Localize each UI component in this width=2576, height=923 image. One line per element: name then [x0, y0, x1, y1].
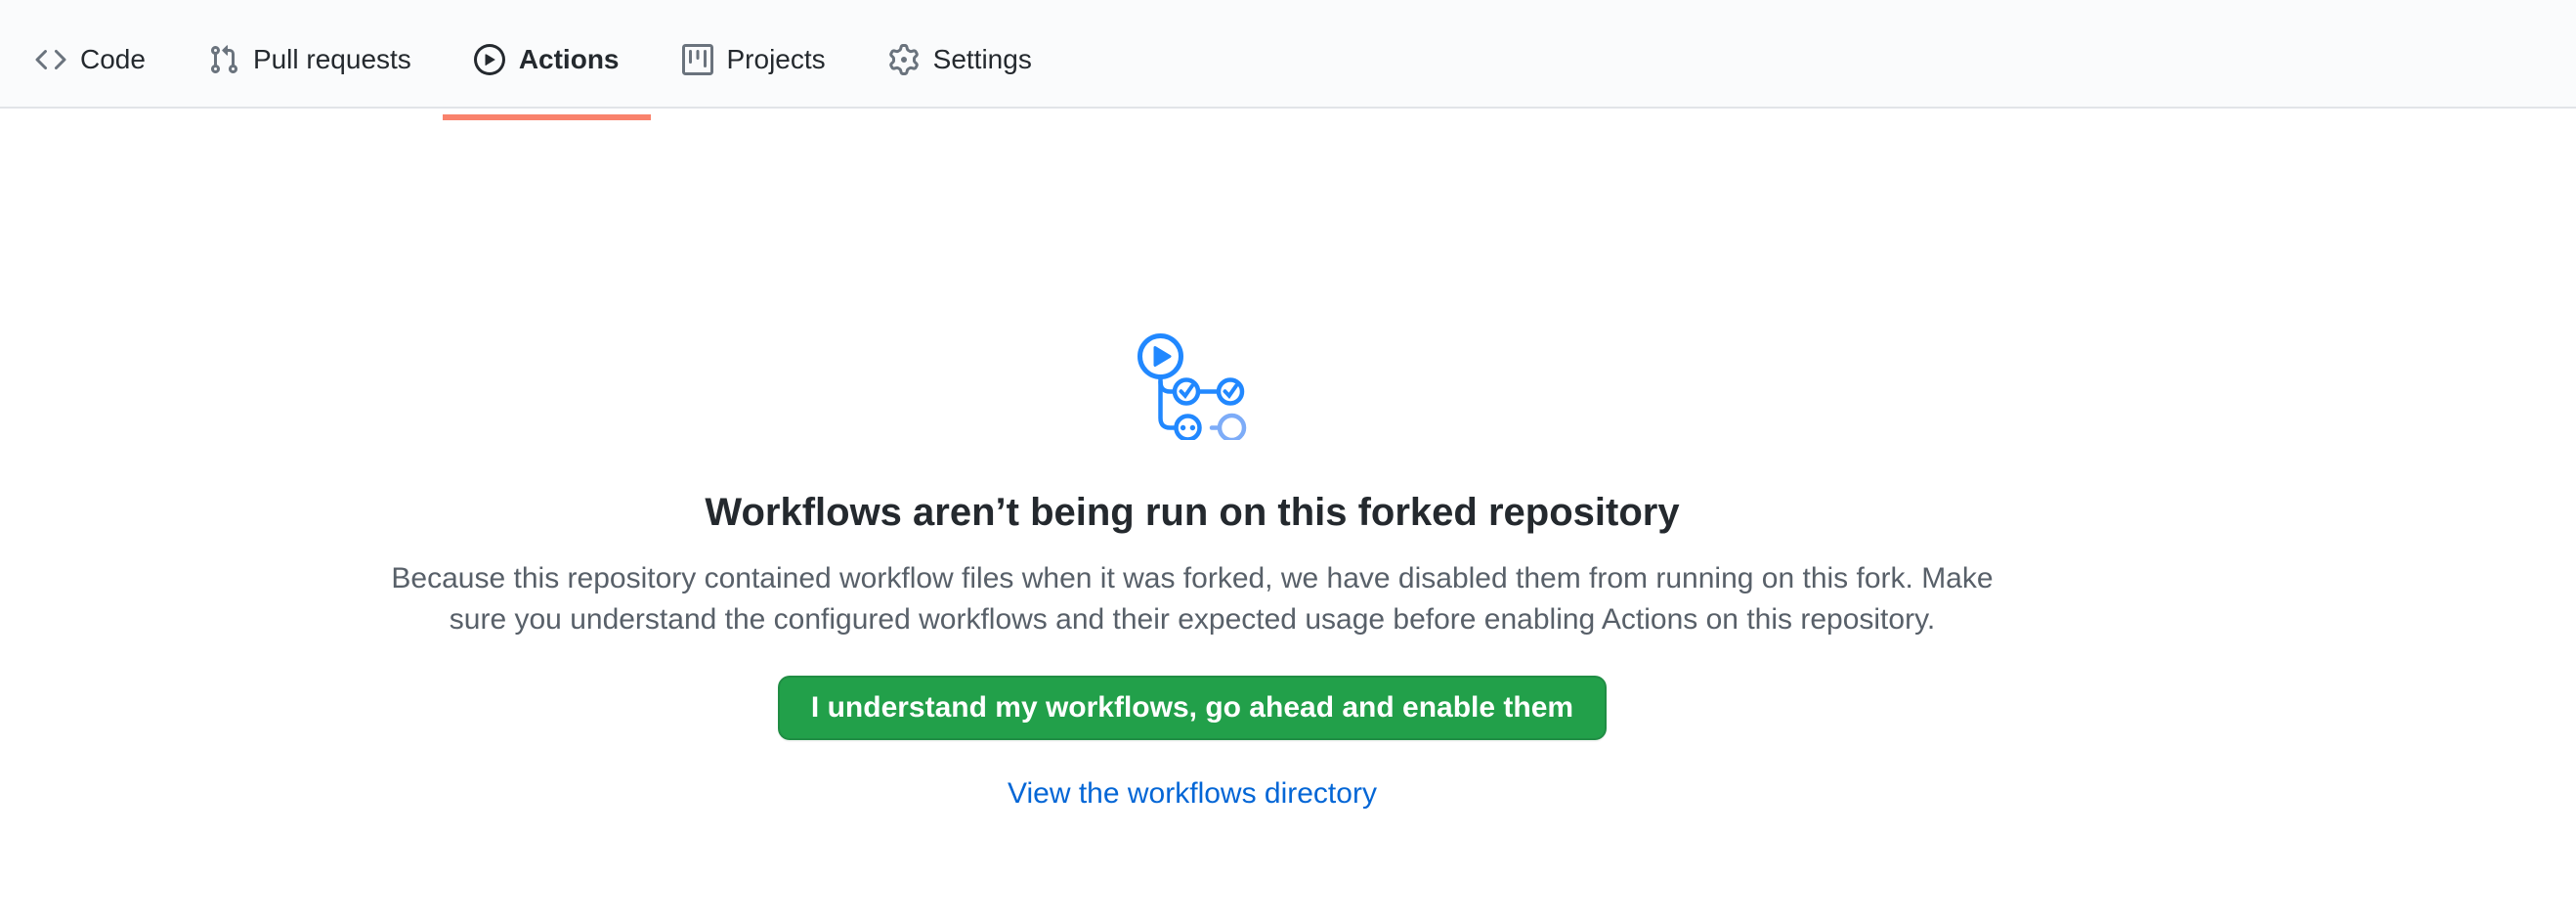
tab-code[interactable]: Code: [4, 12, 177, 107]
view-workflows-link[interactable]: View the workflows directory: [1008, 777, 1377, 810]
repo-nav: Code Pull requests Actions Projects Sett…: [0, 0, 2576, 109]
tab-label: Settings: [933, 46, 1032, 73]
tab-label: Pull requests: [253, 46, 411, 73]
secondary-action-row: View the workflows directory: [0, 777, 2384, 811]
tab-label: Projects: [727, 46, 826, 73]
enable-workflows-button[interactable]: I understand my workflows, go ahead and …: [778, 676, 1607, 740]
play-icon: [474, 44, 505, 75]
project-icon: [682, 44, 713, 75]
tab-actions[interactable]: Actions: [443, 12, 651, 107]
page-title: Workflows aren’t being run on this forke…: [0, 488, 2384, 537]
page-description: Because this repository contained workfl…: [381, 558, 2003, 640]
gear-icon: [888, 44, 920, 75]
workflow-graph-icon: [1138, 327, 1247, 440]
blankslate: Workflows aren’t being run on this forke…: [0, 109, 2384, 811]
actions-disabled-page: Workflows aren’t being run on this forke…: [0, 109, 2576, 811]
tab-projects[interactable]: Projects: [651, 12, 857, 107]
tab-settings[interactable]: Settings: [857, 12, 1063, 107]
tab-pull-requests[interactable]: Pull requests: [177, 12, 443, 107]
code-icon: [35, 44, 66, 75]
active-tab-underline: [443, 114, 651, 120]
tab-label: Actions: [519, 46, 620, 73]
tab-label: Code: [80, 46, 146, 73]
git-pull-request-icon: [208, 44, 239, 75]
